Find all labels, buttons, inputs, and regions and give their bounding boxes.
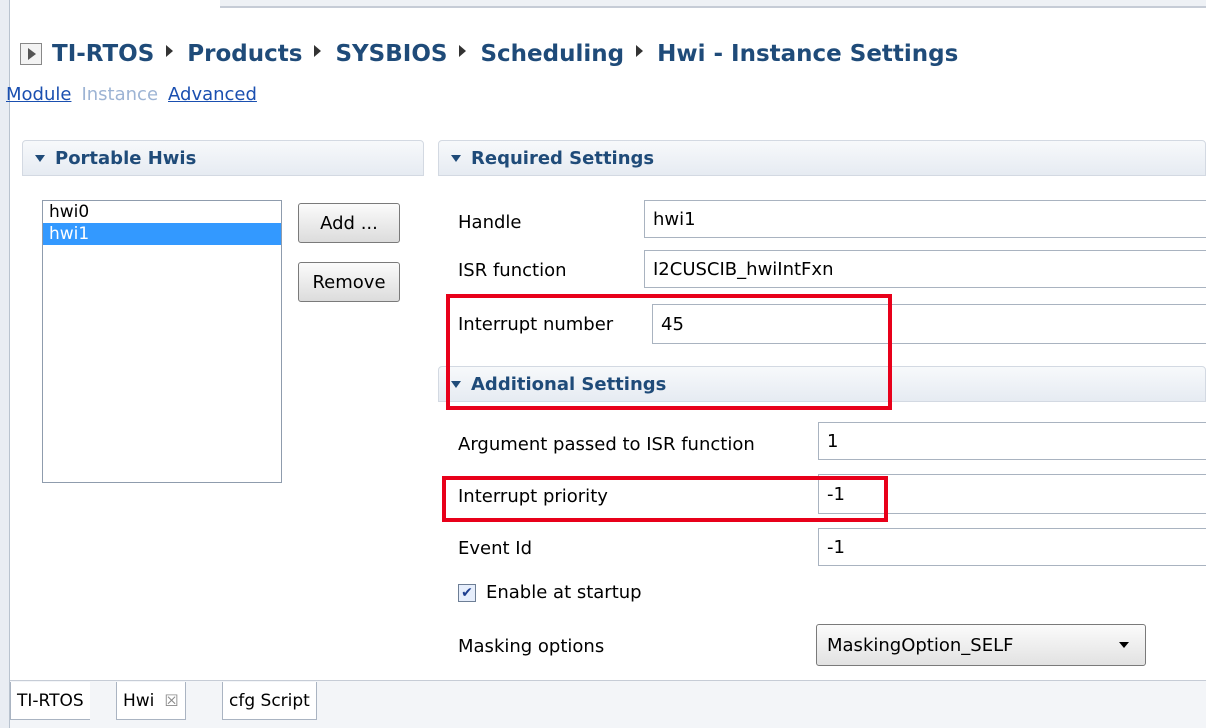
checkmark-icon: ✔ (461, 585, 473, 601)
breadcrumb-item-hwi-instance-settings[interactable]: Hwi - Instance Settings (657, 41, 958, 67)
caret-down-icon (451, 154, 461, 162)
highlight-box-interrupt-number (446, 294, 892, 410)
handle-label: Handle (458, 212, 522, 233)
bottom-tab-bar (10, 680, 1206, 728)
event-id-input[interactable]: -1 (818, 528, 1206, 566)
link-instance[interactable]: Instance (81, 84, 158, 105)
list-item-hwi0[interactable]: hwi0 (43, 201, 281, 223)
link-module[interactable]: Module (6, 84, 71, 105)
breadcrumb-item-sysbios[interactable]: SYSBIOS (335, 41, 447, 67)
left-border (0, 0, 10, 728)
enable-at-startup-checkbox[interactable]: ✔ (458, 584, 476, 602)
tab-label: TI-RTOS (17, 690, 84, 711)
enable-at-startup-label[interactable]: Enable at startup (486, 582, 642, 603)
list-item-hwi1[interactable]: hwi1 (43, 223, 281, 245)
breadcrumb-expand-button[interactable] (20, 43, 42, 65)
triangle-right-icon (459, 45, 467, 57)
section-header-required-settings[interactable]: Required Settings (438, 140, 1206, 176)
triangle-right-icon (166, 45, 174, 57)
triangle-right-icon (636, 45, 644, 57)
triangle-right-icon (314, 45, 322, 57)
triangle-right-icon (28, 48, 36, 60)
isr-function-label: ISR function (458, 260, 567, 281)
tab-ti-rtos[interactable]: TI-RTOS (10, 682, 90, 720)
tab-cfg-script[interactable]: cfg Script (222, 682, 317, 720)
tab-hwi[interactable]: Hwi ☒ (116, 682, 186, 720)
close-icon[interactable]: ☒ (164, 691, 178, 710)
view-links: Module Instance Advanced (6, 84, 257, 105)
breadcrumb: TI-RTOS Products SYSBIOS Scheduling Hwi … (20, 34, 958, 74)
link-advanced[interactable]: Advanced (168, 84, 257, 105)
caret-down-icon (35, 154, 45, 162)
tab-label: Hwi (123, 690, 155, 711)
section-title: Portable Hwis (55, 147, 197, 169)
section-title: Required Settings (471, 147, 655, 169)
remove-button[interactable]: Remove (298, 262, 400, 302)
isr-argument-label: Argument passed to ISR function (458, 434, 755, 455)
hwi-instance-list[interactable]: hwi0 hwi1 (42, 200, 282, 483)
dropdown-arrow-icon (1119, 642, 1129, 648)
masking-options-label: Masking options (458, 636, 605, 657)
breadcrumb-item-products[interactable]: Products (187, 41, 302, 67)
tab-label: cfg Script (229, 690, 310, 711)
add-button[interactable]: Add ... (298, 203, 400, 243)
breadcrumb-item-scheduling[interactable]: Scheduling (480, 41, 624, 67)
top-divider (220, 0, 1206, 8)
highlight-box-interrupt-priority (442, 476, 888, 522)
section-header-portable-hwis[interactable]: Portable Hwis (22, 140, 424, 176)
breadcrumb-item-ti-rtos[interactable]: TI-RTOS (52, 41, 154, 67)
masking-options-select[interactable]: MaskingOption_SELF (816, 624, 1146, 666)
isr-function-input[interactable]: I2CUSCIB_hwiIntFxn (644, 250, 1206, 288)
handle-input[interactable]: hwi1 (644, 200, 1206, 238)
event-id-label: Event Id (458, 538, 533, 559)
masking-options-value: MaskingOption_SELF (827, 634, 1014, 656)
isr-argument-input[interactable]: 1 (818, 422, 1206, 460)
